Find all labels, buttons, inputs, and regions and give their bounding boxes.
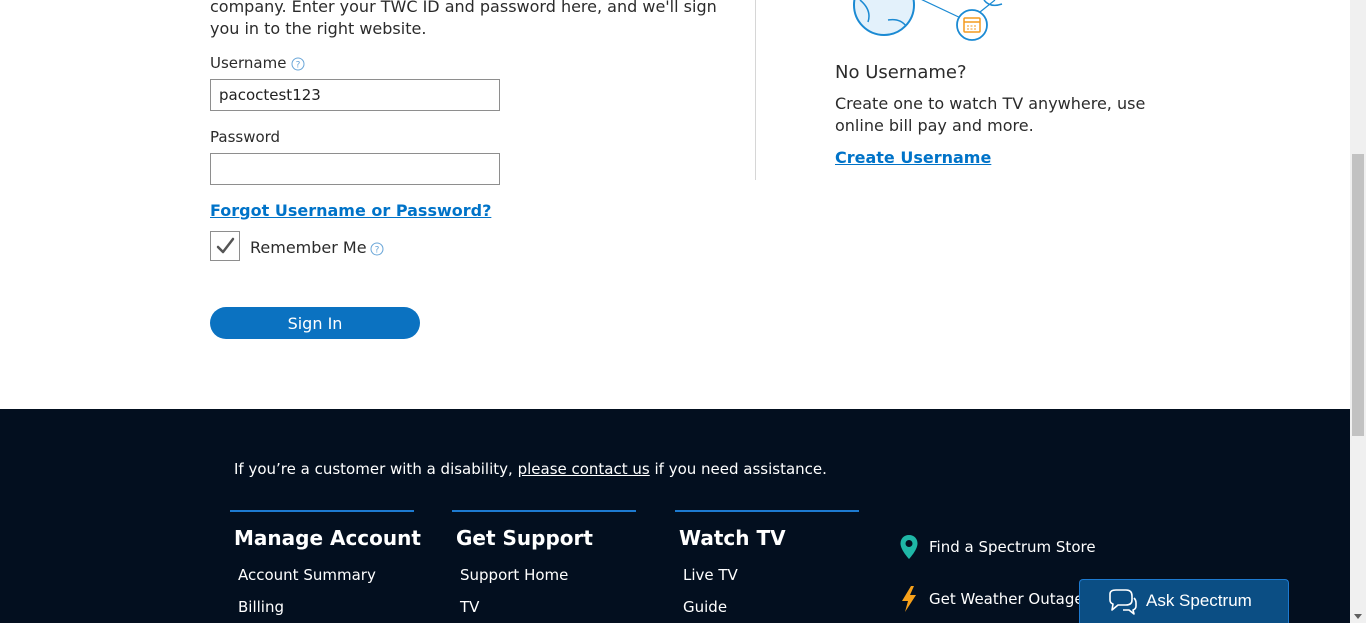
contact-us-link[interactable]: please contact us [518,460,650,478]
no-username-description: Create one to watch TV anywhere, use onl… [835,94,1146,135]
signin-intro-text: company. Enter your TWC ID and password … [210,0,717,38]
globe-illustration [853,0,1003,41]
checkmark-icon [216,237,235,254]
username-input[interactable] [210,79,500,111]
calendar-icon [956,9,988,41]
footer-column-title: Manage Account [234,526,421,550]
ask-spectrum-button[interactable]: Ask Spectrum [1079,579,1289,623]
footer-link-guide[interactable]: Guide [683,598,727,616]
find-store-link[interactable]: Find a Spectrum Store [929,538,1096,556]
scroll-down-arrow-icon[interactable] [1354,614,1362,619]
globe-icon [853,0,915,36]
create-username-link[interactable]: Create Username [835,148,991,167]
accessibility-suffix: if you need assistance. [649,460,827,478]
page: company. Enter your TWC ID and password … [0,0,1350,623]
no-username-heading: No Username? [835,62,967,83]
password-label: Password [210,128,281,146]
forgot-credentials-link[interactable]: Forgot Username or Password? [210,201,491,220]
svg-text:?: ? [375,246,380,256]
lightning-icon [902,586,916,612]
vertical-scrollbar[interactable] [1350,0,1366,623]
footer-column-title: Get Support [456,526,593,550]
username-help-icon[interactable]: ? [291,57,305,71]
footer-link-live-tv[interactable]: Live TV [683,566,738,584]
footer-link-account-summary[interactable]: Account Summary [238,566,376,584]
column-divider [755,0,756,180]
footer-column-title: Watch TV [679,526,786,550]
map-pin-icon [900,535,918,559]
weather-outage-link[interactable]: Get Weather Outage [929,590,1084,608]
footer-link-tv[interactable]: TV [460,598,479,616]
remember-me-checkbox[interactable] [210,231,240,261]
sign-in-button[interactable]: Sign In [210,307,420,339]
password-input[interactable] [210,153,500,185]
footer-link-billing[interactable]: Billing [238,598,284,616]
username-label: Username [210,54,287,72]
chat-bubbles-icon [1109,589,1137,615]
footer-column-watch-tv: Watch TV Live TV Guide [675,510,859,616]
remember-help-icon[interactable]: ? [370,242,384,256]
accessibility-prefix: If you’re a customer with a disability, [234,460,518,478]
scrollbar-thumb[interactable] [1352,154,1364,436]
svg-text:?: ? [296,61,301,71]
remember-me-label: Remember Me [250,238,367,257]
footer-column-manage-account: Manage Account Account Summary Billing [230,510,421,616]
footer-column-get-support: Get Support Support Home TV [452,510,636,616]
ask-spectrum-label: Ask Spectrum [1146,591,1252,610]
accessibility-notice: If you’re a customer with a disability, … [234,460,827,478]
footer-link-support-home[interactable]: Support Home [460,566,568,584]
